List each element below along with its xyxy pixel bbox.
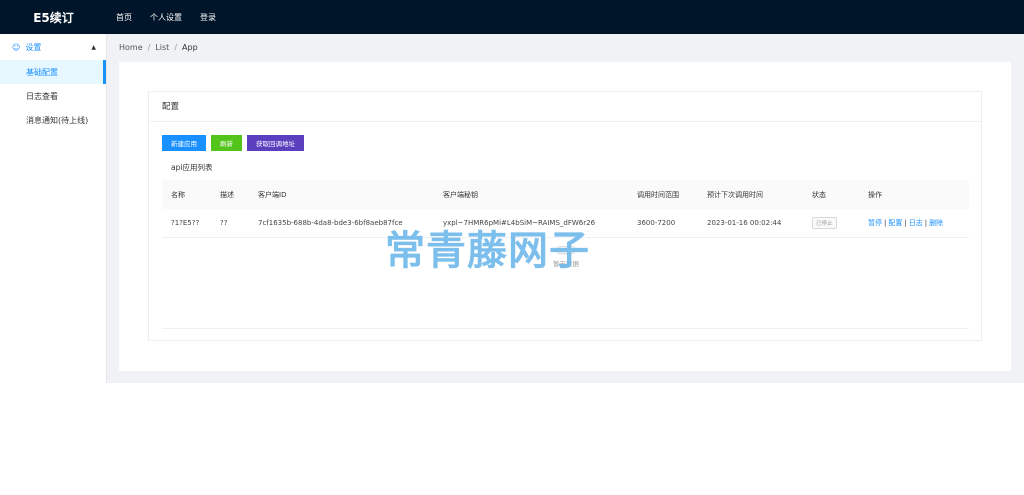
top-nav: 首页 个人设置 登录 (107, 12, 225, 23)
nav-login[interactable]: 登录 (191, 12, 225, 23)
col-client-secret: 客户端秘钥 (443, 190, 478, 199)
card-title: 配置 (149, 92, 981, 122)
col-status: 状态 (812, 190, 826, 199)
sidebar-item-notifications[interactable]: 消息通知(待上线) (0, 108, 106, 132)
sidebar-item-log-view[interactable]: 日志查看 (0, 84, 106, 108)
sidebar: ☺ 设置 ▲ 基础配置 日志查看 消息通知(待上线) (0, 34, 107, 383)
delete-link[interactable]: 删除 (929, 219, 943, 227)
col-ops: 操作 (868, 190, 882, 199)
status-badge: 已停止 (812, 217, 837, 229)
col-client-id: 客户端ID (258, 190, 287, 199)
get-callback-url-button[interactable]: 获取回调地址 (247, 135, 304, 151)
col-desc: 描述 (220, 190, 234, 199)
breadcrumb-home[interactable]: Home (119, 43, 143, 52)
main-content: Home / List / App 配置 新建应用 刷新 获取回调地址 api应… (107, 34, 1024, 383)
breadcrumb-list[interactable]: List (155, 43, 169, 52)
user-icon: ☺ (12, 42, 21, 52)
cell-client-id: 7cf1635b-688b-4da8-bde3-6bf8aeb87fce (258, 219, 403, 227)
table-header: 名称 描述 客户端ID 客户端秘钥 调用时间范围 预计下次调用时间 状态 操作 (162, 180, 969, 209)
cell-next-time: 2023-01-16 00:02:44 (707, 219, 782, 227)
cell-status: 已停止 (804, 217, 860, 229)
cell-ops: 暂停 | 配置 | 日志 | 删除 (868, 219, 944, 227)
cell-range: 3600-7200 (637, 219, 676, 227)
col-range: 调用时间范围 (637, 190, 679, 199)
app-title: E5续订 (33, 10, 74, 25)
sidebar-group-settings[interactable]: ☺ 设置 ▲ (0, 34, 106, 60)
new-app-button[interactable]: 新建应用 (162, 135, 206, 151)
chevron-up-icon: ▲ (91, 43, 96, 51)
content-panel: 配置 新建应用 刷新 获取回调地址 api应用列表 名称 描述 客户端ID 客户… (119, 62, 1011, 371)
breadcrumb-separator: / (174, 43, 178, 52)
empty-box-icon (557, 242, 575, 255)
divider (162, 328, 969, 329)
cell-desc: ?? (220, 219, 228, 227)
config-link[interactable]: 配置 (888, 219, 902, 227)
cell-name: ?1?E5?? (171, 219, 200, 227)
refresh-button[interactable]: 刷新 (211, 135, 242, 151)
breadcrumb-separator: / (147, 43, 151, 52)
cell-client-secret: yxpl~7HMR6pMi#L4bSiM~RAIMS_dFW6r26 (443, 219, 596, 227)
top-navbar: E5续订 首页 个人设置 登录 (0, 0, 1024, 34)
list-label: api应用列表 (171, 163, 213, 172)
breadcrumb-current: App (182, 43, 198, 52)
log-link[interactable]: 日志 (909, 219, 923, 227)
col-next-time: 预计下次调用时间 (707, 190, 763, 199)
config-card: 配置 新建应用 刷新 获取回调地址 api应用列表 名称 描述 客户端ID 客户… (148, 91, 982, 341)
empty-state: 暂无数据 (149, 242, 983, 268)
empty-text: 暂无数据 (553, 260, 579, 268)
api-app-table: 名称 描述 客户端ID 客户端秘钥 调用时间范围 预计下次调用时间 状态 操作 … (162, 180, 969, 238)
pause-link[interactable]: 暂停 (868, 219, 882, 227)
sidebar-group-label: 设置 (25, 42, 42, 52)
col-name: 名称 (171, 190, 185, 199)
table-row: ?1?E5?? ?? 7cf1635b-688b-4da8-bde3-6bf8a… (162, 209, 969, 238)
nav-home[interactable]: 首页 (107, 12, 141, 23)
nav-personal-settings[interactable]: 个人设置 (141, 12, 191, 23)
toolbar: 新建应用 刷新 获取回调地址 (162, 135, 304, 151)
breadcrumb: Home / List / App (119, 43, 198, 52)
sidebar-item-basic-config[interactable]: 基础配置 (0, 60, 106, 84)
